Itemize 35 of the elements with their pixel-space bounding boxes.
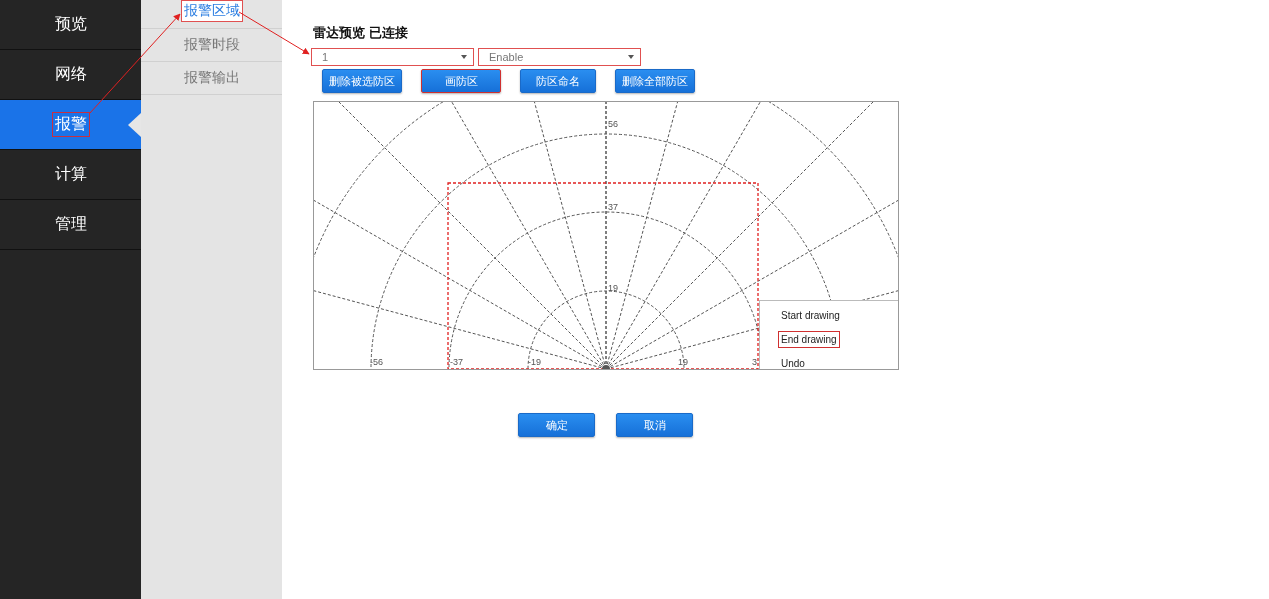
axis-label: 37 (608, 202, 618, 212)
toolbar-button[interactable]: 删除被选防区 (322, 69, 402, 93)
caret-icon (461, 55, 467, 59)
page-title: 雷达预览 已连接 (313, 24, 409, 42)
toolbar-button[interactable]: 防区命名 (520, 69, 596, 93)
toolbar-button[interactable]: 删除全部防区 (615, 69, 695, 93)
nav-label: 计算 (53, 164, 88, 184)
menu-item[interactable]: Undo (778, 355, 808, 372)
axis-label: -56 (370, 357, 383, 367)
axis-label: 19 (608, 283, 618, 293)
nav-label: 管理 (53, 214, 88, 234)
axis-label: -19 (528, 357, 541, 367)
subnav-item[interactable]: 报警区域 (141, 0, 282, 29)
nav-item[interactable]: 报警 (0, 100, 141, 150)
subnav-label: 报警时段 (182, 35, 241, 54)
subnav-label: 报警输出 (182, 68, 241, 87)
annotation-arrow (238, 11, 310, 55)
nav-label: 预览 (53, 14, 88, 34)
action-button[interactable]: 取消 (616, 413, 693, 437)
nav-label: 网络 (53, 64, 88, 84)
axis-label: 19 (678, 357, 688, 367)
action-button[interactable]: 确定 (518, 413, 595, 437)
axis-label: -37 (450, 357, 463, 367)
axis-label: 56 (608, 119, 618, 129)
dropdown[interactable]: 1 (311, 48, 474, 66)
subnav-item[interactable]: 报警输出 (141, 62, 282, 95)
axis-label: 3 (752, 357, 757, 367)
toolbar-button[interactable]: 画防区 (421, 69, 501, 93)
caret-icon (628, 55, 634, 59)
nav-label: 报警 (51, 112, 90, 137)
subnav-item[interactable]: 报警时段 (141, 29, 282, 62)
menu-item[interactable]: End drawing (778, 331, 840, 348)
menu-item[interactable]: Start drawing (778, 307, 843, 324)
dropdown[interactable]: Enable (478, 48, 641, 66)
subnav-label: 报警区域 (180, 0, 243, 22)
